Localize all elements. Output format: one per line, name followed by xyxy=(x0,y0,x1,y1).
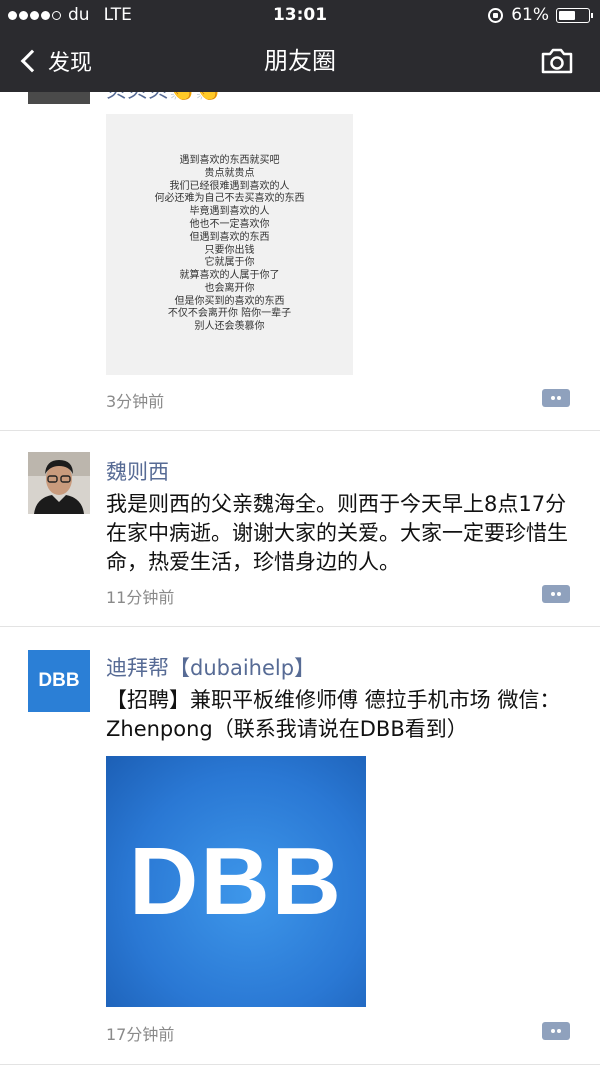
image-text: 遇到喜欢的东西就买吧 贵点就贵点 我们已经很难遇到喜欢的人 何必还难为自己不去买喜欢的… xyxy=(106,155,353,334)
moment-post: DBB 迪拜帮【dubaihelp】 【招聘】兼职平板维修师傅 德拉手机市场 微… xyxy=(0,627,600,1066)
camera-button[interactable] xyxy=(540,47,574,75)
post-image[interactable]: DBB xyxy=(106,756,366,1007)
avatar[interactable] xyxy=(28,92,90,104)
post-time: 3分钟前 xyxy=(106,392,165,411)
image-text-line: 就算喜欢的人属于你了 xyxy=(179,270,280,282)
orientation-lock-icon xyxy=(488,7,504,23)
post-author[interactable]: 魏则西 xyxy=(106,456,169,486)
image-text-line: 他也不一定喜欢你 xyxy=(189,218,270,230)
image-text-line: 它就属于你 xyxy=(204,257,255,269)
avatar-logo-text: DBB xyxy=(38,670,80,691)
image-text-line: 别人还会羡慕你 xyxy=(194,321,265,333)
moment-post: 贝贝贝👏👏 遇到喜欢的东西就买吧贵点就贵点我们已经很难遇到喜欢的人何必还难为自己… xyxy=(0,92,600,431)
page-title: 朋友圈 xyxy=(264,47,336,75)
post-text: 【招聘】兼职平板维修师傅 德拉手机市场 微信：Zhenpong（联系我请说在DB… xyxy=(106,688,561,741)
top-bar: du LTE 13:01 61% 发现 朋友圈 xyxy=(0,0,600,92)
image-text-line: 不仅不会离开你 陪你一辈子 xyxy=(167,308,292,320)
post-time: 17分钟前 xyxy=(106,1025,175,1044)
comment-button[interactable] xyxy=(542,389,570,407)
image-text-line: 我们已经很难遇到喜欢的人 xyxy=(169,180,290,192)
camera-icon xyxy=(541,48,573,74)
image-text-line: 只要你出钱 xyxy=(204,244,255,256)
post-time: 11分钟前 xyxy=(106,588,175,607)
moments-feed[interactable]: 贝贝贝👏👏 遇到喜欢的东西就买吧贵点就贵点我们已经很难遇到喜欢的人何必还难为自己… xyxy=(0,92,600,1066)
person-photo-icon xyxy=(28,452,90,514)
battery-area: 61% xyxy=(488,0,593,30)
status-bar: du LTE 13:01 61% xyxy=(0,0,600,30)
image-text-line: 但遇到喜欢的东西 xyxy=(189,231,270,243)
image-text-line: 何必还难为自己不去买喜欢的东西 xyxy=(154,193,305,205)
post-text: 我是则西的父亲魏海全。则西于今天早上8点17分在家中病逝。谢谢大家的关爱。大家一… xyxy=(106,492,568,574)
divider xyxy=(0,1064,600,1065)
avatar[interactable] xyxy=(28,452,90,514)
battery-fill xyxy=(559,10,576,20)
comment-button[interactable] xyxy=(542,1022,570,1040)
nav-bar: 发现 朋友圈 xyxy=(0,30,600,92)
post-image[interactable]: 遇到喜欢的东西就买吧 贵点就贵点 我们已经很难遇到喜欢的人 何必还难为自己不去买喜欢的… xyxy=(106,114,353,375)
image-text-line: 毕竟遇到喜欢的人 xyxy=(189,206,270,218)
image-text-line: 遇到喜欢的东西就买吧 xyxy=(179,154,280,166)
post-author[interactable]: 迪拜帮【dubaihelp】 xyxy=(106,652,315,682)
image-logo-text: DBB xyxy=(129,827,343,935)
image-text-line: 但是你买到的喜欢的东西 xyxy=(174,295,285,307)
moment-post: 魏则西 我是则西的父亲魏海全。则西于今天早上8点17分在家中病逝。谢谢大家的关爱… xyxy=(0,431,600,627)
avatar[interactable]: DBB xyxy=(28,650,90,712)
battery-icon xyxy=(556,7,593,23)
comment-button[interactable] xyxy=(542,585,570,603)
battery-percent: 61% xyxy=(511,5,549,25)
image-text-line: 贵点就贵点 xyxy=(204,167,255,179)
image-text-line: 也会离开你 xyxy=(204,282,255,294)
post-author[interactable]: 贝贝贝👏👏 xyxy=(106,92,221,104)
